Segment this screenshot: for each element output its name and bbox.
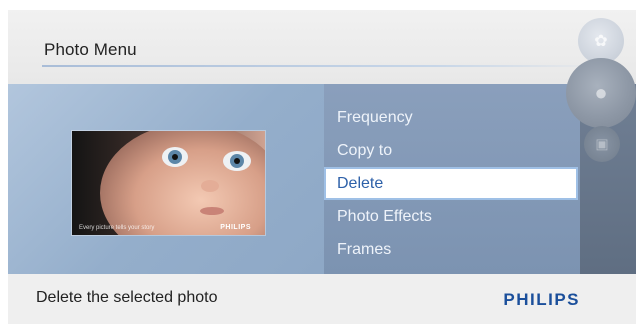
photo-caption: Every picture tells your story <box>79 225 155 231</box>
photo-menu-list: Frequency Copy to Delete Photo Effects F… <box>324 101 580 266</box>
title-divider <box>42 65 602 67</box>
menu-item-delete[interactable]: Delete <box>324 167 578 200</box>
page-title: Photo Menu <box>44 40 137 59</box>
preview-panel: Every picture tells your story PHILIPS <box>8 84 324 274</box>
wheel-center-icon: ● <box>594 80 608 105</box>
header-bar: Photo Menu <box>8 10 636 84</box>
control-wheel-bottom-icon[interactable]: ▣ <box>584 126 620 162</box>
control-wheel-center-icon[interactable]: ● <box>566 58 636 128</box>
wheel-bottom-symbol-icon: ▣ <box>595 135 609 152</box>
wheel-symbol-icon: ✿ <box>594 33 608 50</box>
menu-item-copy-to[interactable]: Copy to <box>324 134 580 167</box>
menu-item-photo-effects[interactable]: Photo Effects <box>324 200 580 233</box>
status-hint: Delete the selected photo <box>36 289 218 306</box>
photo-frame-screen: Photo Menu Every picture tells your stor… <box>0 0 644 334</box>
menu-item-frequency[interactable]: Frequency <box>324 101 580 134</box>
main-area: Every picture tells your story PHILIPS F… <box>8 84 636 274</box>
photo-thumbnail: Every picture tells your story PHILIPS <box>71 130 266 236</box>
brand-logo: PHILIPS <box>503 290 580 309</box>
menu-item-frames[interactable]: Frames <box>324 233 580 266</box>
baby-photo <box>72 131 265 235</box>
photo-brand-logo: PHILIPS <box>220 224 251 231</box>
photo-menu-panel: Frequency Copy to Delete Photo Effects F… <box>324 84 580 274</box>
footer-bar: Delete the selected photo PHILIPS <box>8 274 636 324</box>
